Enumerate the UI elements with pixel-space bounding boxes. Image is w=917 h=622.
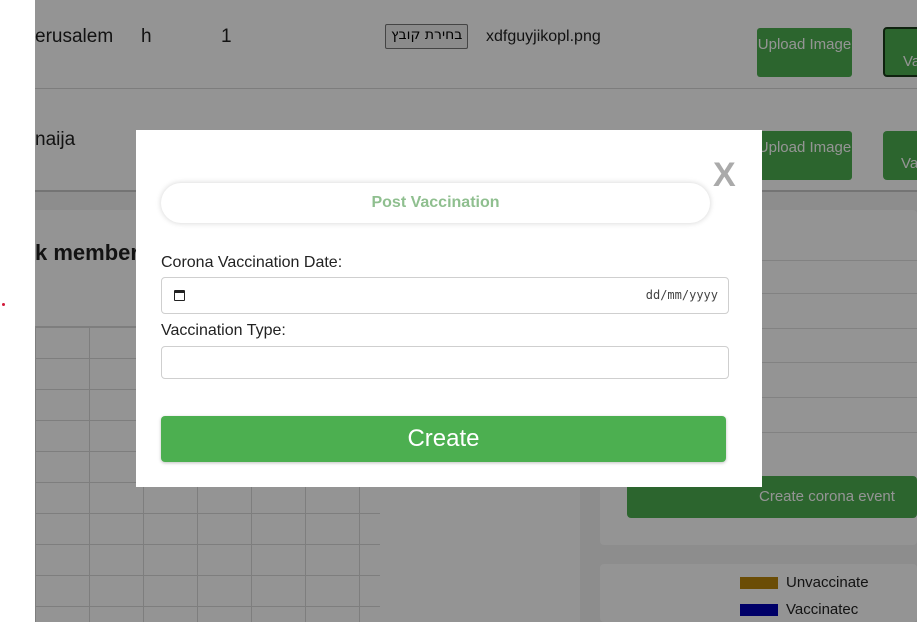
vaccination-type-input[interactable] [161, 346, 729, 379]
date-placeholder: dd/mm/yyyy [645, 288, 718, 302]
vaccination-date-label: Corona Vaccination Date: [161, 254, 343, 271]
red-dot-marker [2, 303, 5, 306]
modal-title: Post Vaccination [161, 183, 710, 223]
create-button[interactable]: Create [161, 416, 726, 462]
post-vaccination-modal: X Post Vaccination Corona Vaccination Da… [136, 130, 762, 487]
vaccination-date-input[interactable]: dd/mm/yyyy [161, 277, 729, 314]
vaccination-type-label: Vaccination Type: [161, 322, 286, 339]
close-button[interactable]: X [713, 158, 736, 192]
calendar-icon[interactable] [174, 290, 185, 301]
left-margin [0, 0, 35, 622]
